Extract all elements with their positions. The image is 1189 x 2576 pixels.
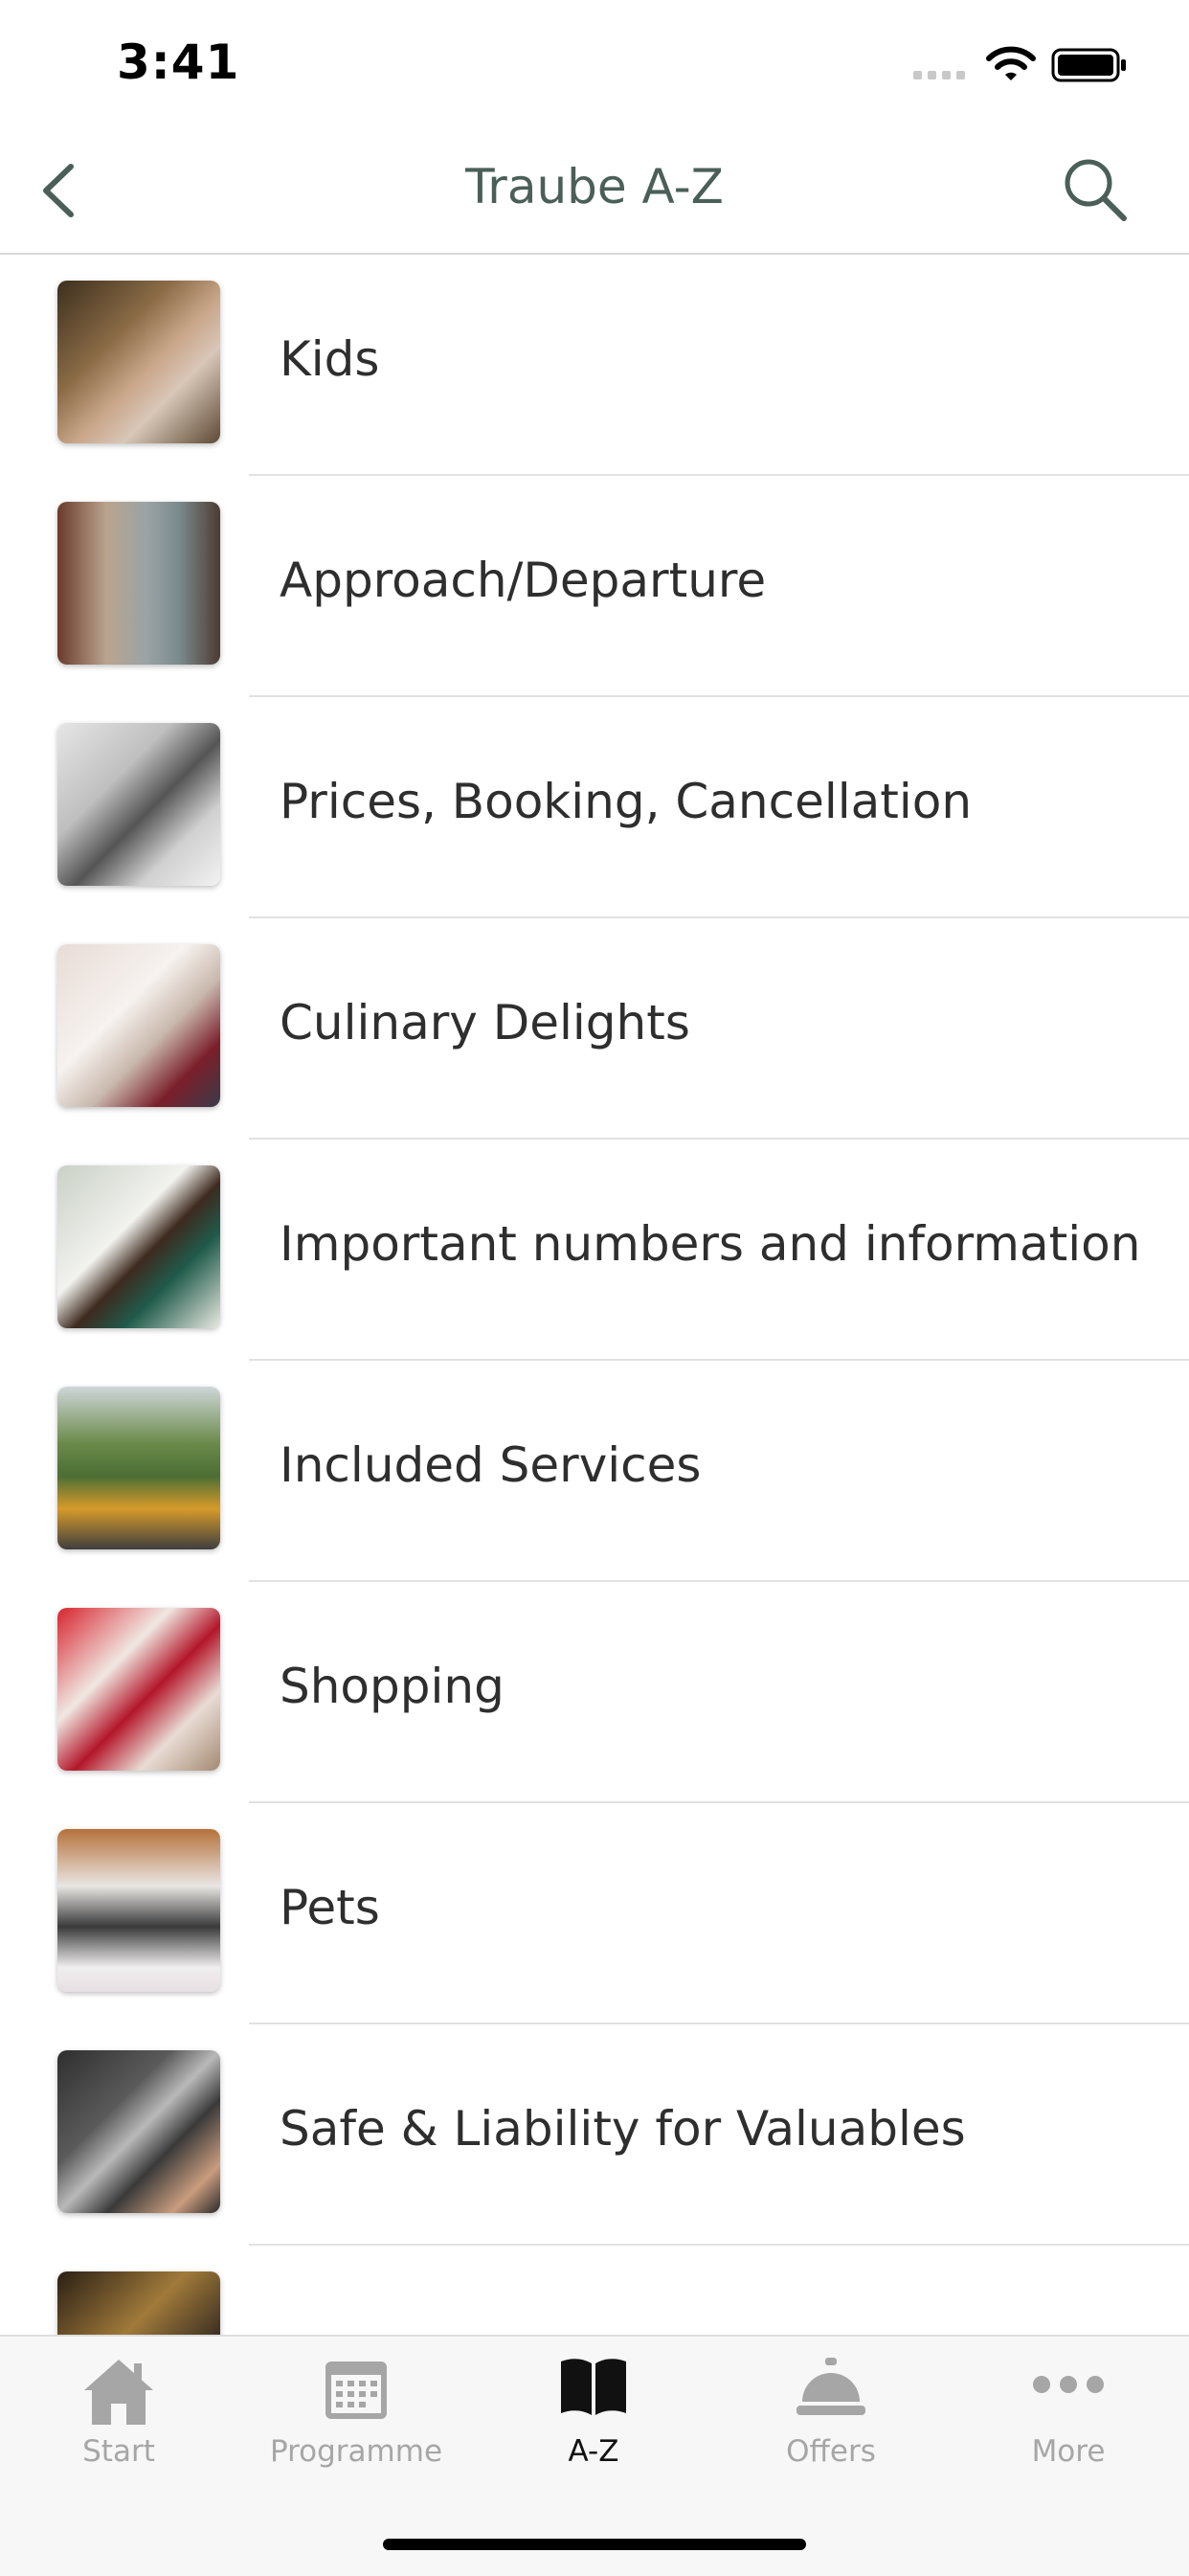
az-list: Kids Approach/Departure Prices, Booking,… [0, 255, 1189, 2335]
tab-label: A-Z [568, 2434, 619, 2469]
list-item-label: Shopping [280, 1659, 505, 1714]
tab-label: Offers [786, 2434, 876, 2469]
garden-drinks-thumbnail [57, 1387, 220, 1549]
list-item-label: Included Services [280, 1437, 702, 1493]
tab-a-z[interactable]: A-Z [475, 2337, 712, 2499]
list-item-label: Safe & Liability for Valuables [280, 2101, 966, 2157]
list-item-approach-departure[interactable]: Approach/Departure [0, 476, 1189, 697]
list-item-shopping[interactable]: Shopping [0, 1582, 1189, 1803]
home-indicator [383, 2539, 806, 2550]
list-item-culinary-delights[interactable]: Culinary Delights [0, 918, 1189, 1140]
calendar-icon [325, 2361, 387, 2419]
list-item-kids[interactable]: Kids [0, 255, 1189, 476]
list-item-label: Important numbers and information [280, 1216, 1141, 1272]
wifi-icon [986, 46, 1036, 80]
list-item-label: Pets [280, 1880, 380, 1935]
laptop-thumbnail [57, 723, 220, 886]
shopping-bags-thumbnail [57, 1608, 220, 1771]
search-icon[interactable] [1059, 153, 1130, 224]
status-time: 3:41 [117, 34, 240, 90]
tab-start[interactable]: Start [0, 2337, 237, 2499]
cellular-signal-icon [913, 71, 965, 79]
list-item-safe-liability[interactable]: Safe & Liability for Valuables [0, 2024, 1189, 2246]
list-item-partial[interactable] [0, 2246, 1189, 2335]
list-item-label: Approach/Departure [280, 553, 767, 608]
list-item-included-services[interactable]: Included Services [0, 1361, 1189, 1582]
navigation-bar: Traube A-Z [0, 126, 1189, 255]
dining-table-thumbnail [57, 944, 220, 1107]
page-title: Traube A-Z [465, 159, 724, 215]
list-item-pets[interactable]: Pets [0, 1803, 1189, 2024]
kids-thumbnail [57, 281, 220, 443]
tab-label: Start [82, 2434, 155, 2469]
tab-label: More [1031, 2434, 1106, 2469]
next-item-thumbnail [57, 2271, 220, 2335]
dog-thumbnail [57, 1829, 220, 1992]
tab-label: Programme [269, 2434, 443, 2469]
house-icon [84, 2360, 153, 2425]
status-bar: 3:41 [0, 0, 1189, 126]
more-dots-icon [1033, 2376, 1104, 2393]
book-icon [561, 2359, 626, 2415]
service-bell-icon [796, 2358, 865, 2415]
list-item-label: Prices, Booking, Cancellation [280, 774, 973, 829]
list-item-label: Kids [280, 331, 380, 387]
suitcase-thumbnail [57, 502, 220, 665]
phone-user-thumbnail [57, 1165, 220, 1328]
tab-offers[interactable]: Offers [712, 2337, 950, 2499]
list-item-label: Culinary Delights [280, 995, 690, 1051]
safe-keypad-thumbnail [57, 2050, 220, 2213]
tab-more[interactable]: More [950, 2337, 1187, 2499]
list-item-prices-booking-cancellation[interactable]: Prices, Booking, Cancellation [0, 697, 1189, 918]
tab-programme[interactable]: Programme [237, 2337, 475, 2499]
list-item-important-numbers[interactable]: Important numbers and information [0, 1140, 1189, 1361]
battery-icon [1051, 48, 1126, 82]
